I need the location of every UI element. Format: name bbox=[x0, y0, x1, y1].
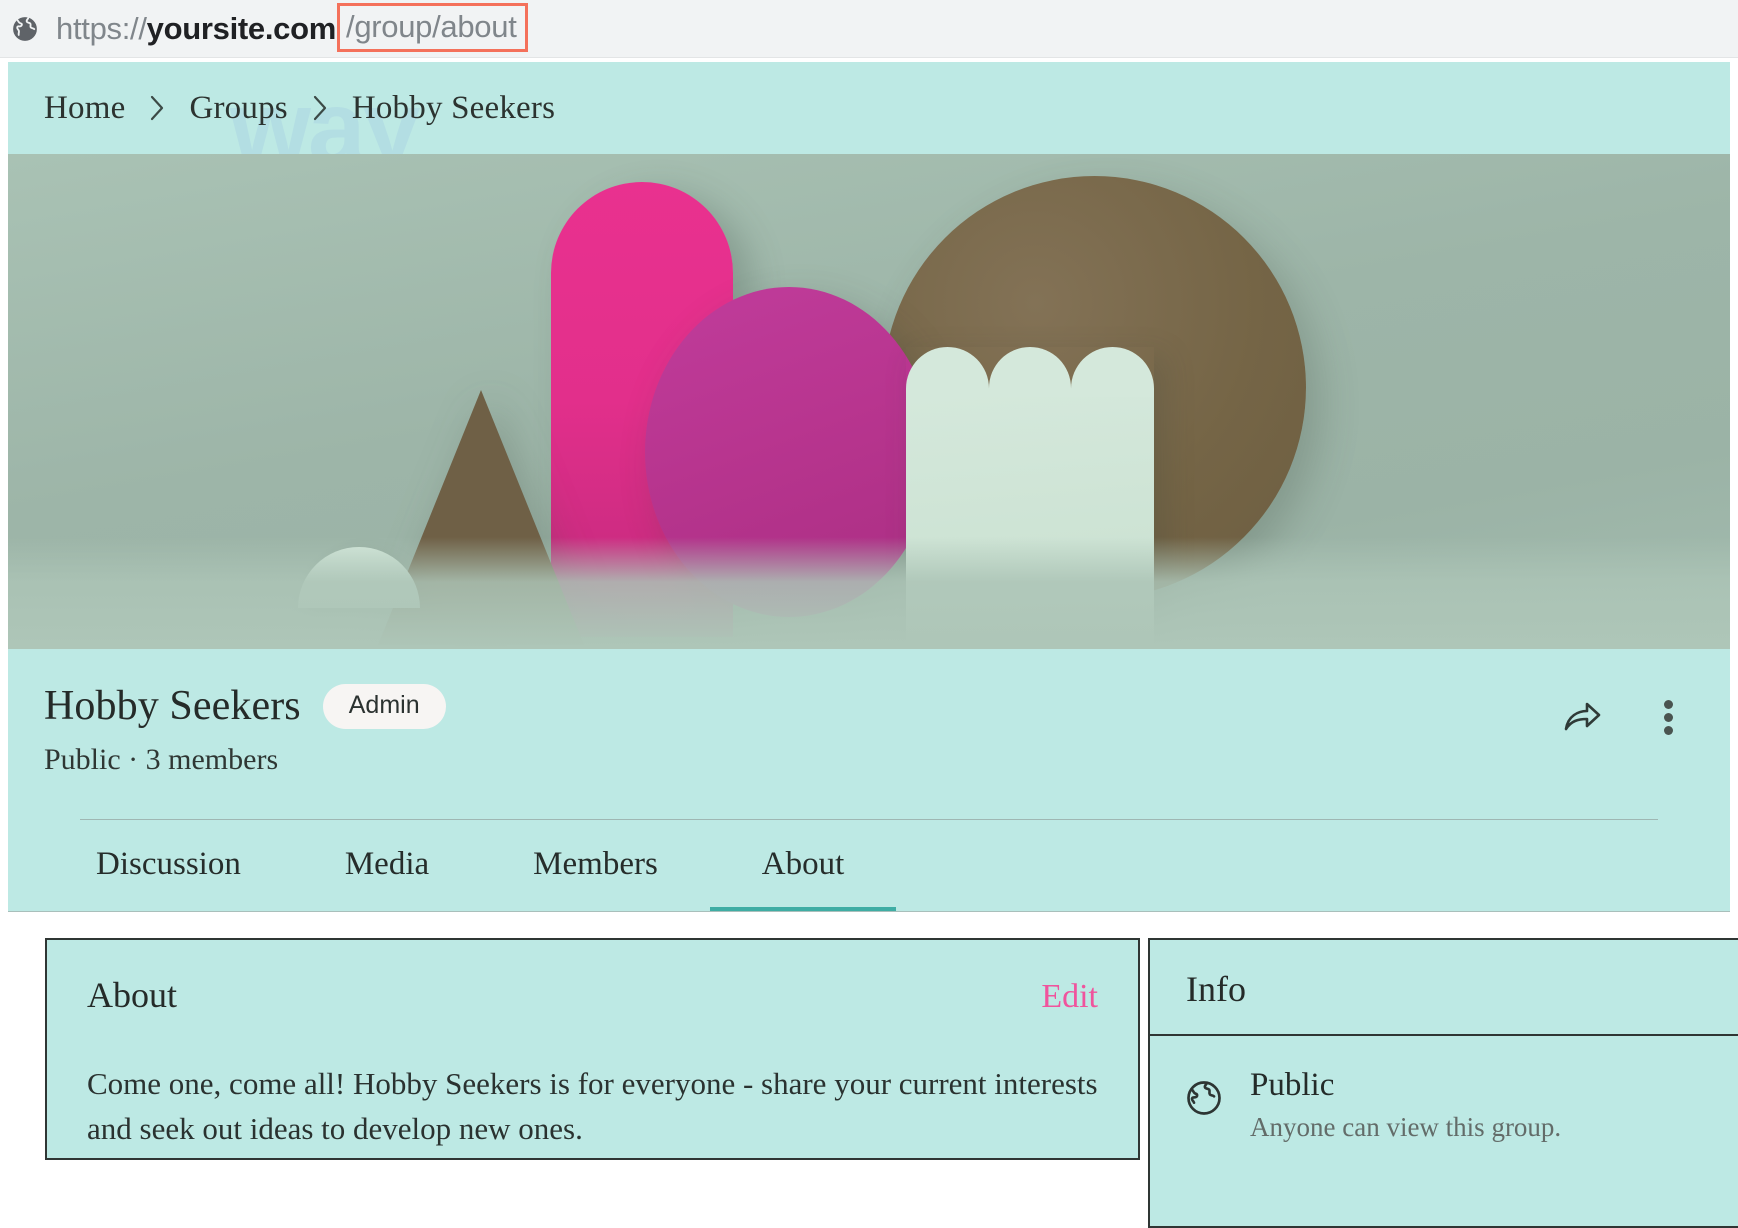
tab-media[interactable]: Media bbox=[293, 820, 481, 912]
about-card-header: About Edit bbox=[87, 974, 1098, 1016]
chevron-right-icon-2 bbox=[310, 93, 330, 123]
breadcrumb-item-groups[interactable]: Groups bbox=[189, 90, 287, 127]
url-text[interactable]: https://yoursite.com/group/about bbox=[56, 3, 528, 52]
scallop-bumps bbox=[906, 347, 1155, 403]
url-path-highlight: /group/about bbox=[337, 3, 528, 52]
tab-members[interactable]: Members bbox=[481, 820, 710, 912]
info-row-public-subtitle: Anyone can view this group. bbox=[1250, 1111, 1562, 1142]
status-badge: Admin bbox=[322, 683, 446, 729]
breadcrumb: way Home Groups Hobby Seekers bbox=[8, 62, 1730, 154]
tabs-wrap: Discussion Media Members About bbox=[8, 820, 1730, 913]
globe-icon bbox=[10, 14, 40, 44]
chevron-right-icon bbox=[147, 93, 167, 123]
page-body: way Home Groups Hobby Seekers Hobby Seek… bbox=[0, 58, 1738, 1228]
main-content: About Edit Come one, come all! Hobby See… bbox=[0, 930, 1738, 1228]
url-host: yoursite.com bbox=[146, 10, 337, 46]
cover-floor-gradient bbox=[8, 537, 1730, 649]
about-card-title: About bbox=[87, 975, 177, 1015]
info-row-public: Public Anyone can view this group. bbox=[1150, 1036, 1738, 1143]
info-card: Info Public Anyone can view this group. bbox=[1148, 938, 1738, 1228]
tab-discussion[interactable]: Discussion bbox=[44, 820, 293, 912]
tab-about[interactable]: About bbox=[709, 820, 897, 913]
about-card: About Edit Come one, come all! Hobby See… bbox=[45, 938, 1140, 1160]
group-shell: way Home Groups Hobby Seekers Hobby Seek… bbox=[8, 62, 1730, 913]
group-meta: Public · 3 members bbox=[44, 743, 279, 777]
group-tabs: Discussion Media Members About bbox=[8, 820, 1730, 913]
page-title: Hobby Seekers bbox=[44, 683, 301, 729]
group-header: Hobby Seekers Admin Public · 3 members bbox=[8, 649, 1730, 821]
globe-icon bbox=[1184, 1078, 1224, 1118]
edit-about-button[interactable]: Edit bbox=[1041, 978, 1098, 1016]
info-row-public-title: Public bbox=[1250, 1067, 1335, 1103]
url-scheme: https:// bbox=[56, 10, 147, 46]
breadcrumb-item-current: Hobby Seekers bbox=[351, 89, 556, 126]
about-card-body: Come one, come all! Hobby Seekers is for… bbox=[87, 1066, 1098, 1146]
group-cover-image bbox=[8, 154, 1730, 649]
more-vertical-icon[interactable] bbox=[1646, 695, 1690, 739]
browser-url-bar[interactable]: https://yoursite.com/group/about bbox=[0, 0, 1738, 58]
group-header-actions bbox=[1560, 683, 1694, 739]
info-card-title: Info bbox=[1150, 940, 1738, 1036]
breadcrumb-item-home[interactable]: Home bbox=[44, 90, 125, 127]
share-arrow-icon[interactable] bbox=[1560, 695, 1604, 739]
tabs-baseline bbox=[8, 911, 1730, 913]
